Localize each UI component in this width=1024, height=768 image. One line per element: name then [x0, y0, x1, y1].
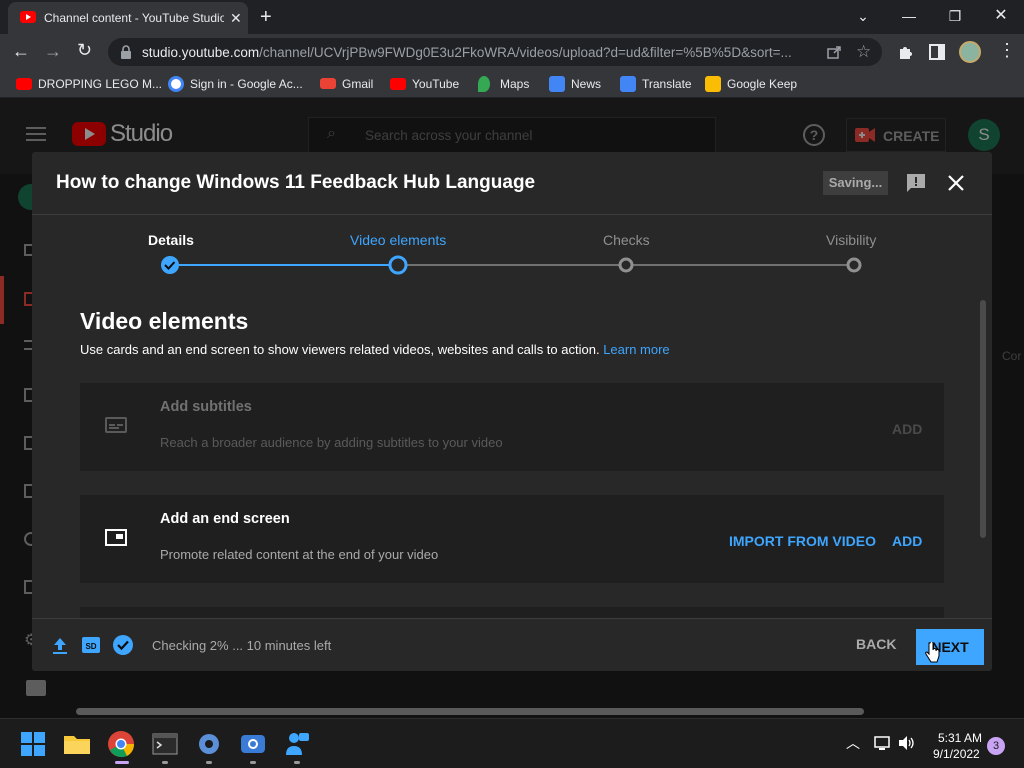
volume-icon[interactable]: [898, 735, 916, 751]
feedback-icon[interactable]: [905, 172, 927, 194]
svg-text:SD: SD: [85, 642, 96, 651]
taskbar-clock-date[interactable]: 9/1/2022: [933, 747, 980, 761]
sd-quality-icon[interactable]: SD: [82, 637, 100, 653]
url-domain: studio.youtube.com: [142, 45, 260, 60]
maps-icon: [478, 76, 490, 92]
reload-icon[interactable]: ↻: [77, 40, 92, 61]
bookmark-item[interactable]: Translate: [620, 75, 696, 93]
restore-icon[interactable]: ❐: [932, 4, 978, 28]
page-horizontal-scrollbar[interactable]: [76, 708, 864, 715]
step-label-video-elements[interactable]: Video elements: [350, 232, 446, 248]
upload-icon[interactable]: [52, 637, 68, 655]
step-label-visibility[interactable]: Visibility: [826, 232, 876, 248]
youtube-icon: [390, 78, 406, 90]
browser-tab[interactable]: Channel content - YouTube Studio ✕: [8, 2, 248, 34]
end-screen-card-title: Add an end screen: [160, 511, 290, 527]
extensions-icon[interactable]: [897, 43, 915, 61]
dialog-scrollbar[interactable]: [980, 300, 986, 538]
end-screen-icon: [105, 529, 127, 546]
taskbar-clock-time[interactable]: 5:31 AM: [938, 731, 982, 745]
step-done-check-icon[interactable]: [161, 256, 179, 274]
import-from-video-button[interactable]: IMPORT FROM VIDEO: [729, 533, 876, 549]
gmail-icon: [320, 78, 336, 89]
bookmark-item[interactable]: Google Keep: [705, 75, 805, 93]
end-screen-card-description: Promote related content at the end of yo…: [160, 547, 439, 562]
windows-start-icon[interactable]: [18, 729, 48, 759]
show-hidden-icons-chevron-icon[interactable]: ︿: [846, 733, 860, 753]
upload-stepper: [161, 255, 862, 275]
subtitles-card-title: Add subtitles: [160, 399, 252, 415]
bookmark-star-icon[interactable]: ☆: [856, 42, 871, 62]
file-explorer-icon[interactable]: [62, 729, 92, 759]
learn-more-link[interactable]: Learn more: [603, 342, 669, 357]
tab-title: Channel content - YouTube Studio: [44, 11, 224, 25]
bookmark-item[interactable]: Sign in - Google Ac...: [168, 75, 308, 93]
step-label-details[interactable]: Details: [148, 232, 194, 248]
side-panel-icon[interactable]: [929, 44, 945, 60]
dialog-footer: SD Checking 2% ... 10 minutes left BACK …: [32, 618, 992, 671]
news-icon: [549, 76, 565, 92]
camera-indicator: [250, 761, 256, 764]
section-description: Use cards and an end screen to show view…: [80, 342, 600, 357]
back-button[interactable]: BACK: [856, 636, 896, 652]
terminal-icon[interactable]: [150, 729, 180, 759]
url-path: /channel/UCVrjPBw9FWDg0E3u2FkoWRA/videos…: [259, 45, 792, 60]
feedback-hub-icon[interactable]: [282, 729, 312, 759]
dialog-divider: [32, 214, 992, 215]
network-icon[interactable]: [874, 735, 892, 751]
bookmark-item[interactable]: Gmail: [320, 75, 380, 93]
settings-indicator: [206, 761, 212, 764]
subtitles-card-description: Reach a broader audience by adding subti…: [160, 435, 503, 450]
subtitles-card: Add subtitles Reach a broader audience b…: [80, 383, 944, 471]
step-checks-dot[interactable]: [618, 257, 634, 273]
chrome-active-indicator: [115, 761, 129, 764]
new-tab-icon[interactable]: +: [260, 6, 272, 29]
bookmark-item[interactable]: Maps: [478, 75, 538, 93]
dialog-title: How to change Windows 11 Feedback Hub La…: [56, 172, 536, 193]
add-end-screen-button[interactable]: ADD: [892, 533, 922, 549]
youtube-favicon-icon: [20, 11, 36, 23]
bookmark-item[interactable]: YouTube: [390, 75, 466, 93]
back-icon[interactable]: ←: [12, 41, 30, 62]
keep-icon: [705, 76, 721, 92]
feedback-hub-indicator: [294, 761, 300, 764]
lock-icon: [121, 45, 131, 59]
upload-dialog: How to change Windows 11 Feedback Hub La…: [32, 152, 992, 671]
windows-taskbar: ︿ 5:31 AM 9/1/2022 3: [0, 718, 1024, 768]
address-bar[interactable]: studio.youtube.com/channel/UCVrjPBw9FWDg…: [108, 38, 882, 66]
bookmark-item[interactable]: News: [549, 75, 609, 93]
window-close-icon[interactable]: ✕: [978, 4, 1024, 28]
section-title: Video elements: [80, 308, 249, 334]
bookmark-item[interactable]: DROPPING LEGO M...: [16, 75, 162, 93]
step-label-checks[interactable]: Checks: [603, 232, 650, 248]
terminal-indicator: [162, 761, 168, 764]
upload-status-text: Checking 2% ... 10 minutes left: [152, 638, 332, 653]
minimize-icon[interactable]: —: [886, 4, 932, 28]
youtube-icon: [16, 78, 32, 90]
end-screen-card: Add an end screen Promote related conten…: [80, 495, 944, 583]
tab-search-chevron-icon[interactable]: ⌄: [840, 4, 886, 28]
translate-icon: [620, 76, 636, 92]
hand-cursor-icon: [925, 642, 940, 663]
forward-icon[interactable]: →: [44, 41, 62, 62]
chrome-icon[interactable]: [106, 729, 136, 759]
camera-app-icon[interactable]: [238, 729, 268, 759]
add-subtitles-button[interactable]: ADD: [892, 421, 922, 437]
step-current-dot[interactable]: [388, 255, 408, 275]
share-icon[interactable]: [826, 44, 842, 60]
saving-badge: Saving...: [823, 171, 888, 195]
subtitles-icon: [105, 417, 127, 433]
profile-avatar[interactable]: [959, 41, 981, 63]
settings-icon[interactable]: [194, 729, 224, 759]
step-visibility-dot[interactable]: [846, 257, 862, 273]
browser-menu-icon[interactable]: ⋮: [998, 40, 1016, 61]
dialog-close-icon[interactable]: [945, 172, 967, 194]
checks-complete-icon[interactable]: [113, 635, 133, 655]
notification-count-badge[interactable]: 3: [987, 737, 1005, 755]
tab-close-icon[interactable]: ✕: [230, 10, 242, 27]
bookmarks-bar: DROPPING LEGO M... Sign in - Google Ac..…: [0, 70, 1024, 98]
google-icon: [168, 76, 184, 92]
